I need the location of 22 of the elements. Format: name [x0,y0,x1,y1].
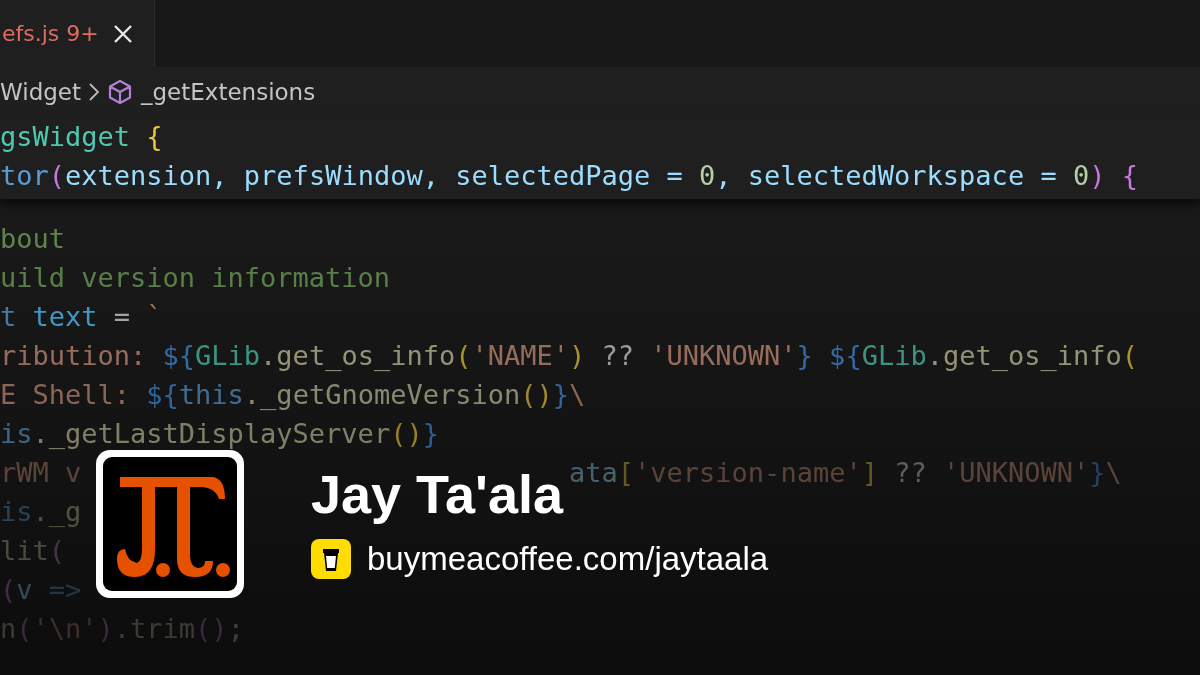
tab-label: efs.js 9+ [2,21,99,46]
close-icon[interactable] [112,23,133,44]
chevron-right-icon [89,83,99,101]
code-line: bout [0,222,66,256]
code-line: is._getLastDisplayServer()} [0,417,439,451]
code-line: ata['version-name'] ?? 'UNKNOWN'}\ [569,456,1122,490]
cube-icon [107,79,133,105]
code-line: rWM v [0,456,82,490]
editor-tab[interactable]: efs.js 9+ [0,0,155,67]
breadcrumb-item[interactable]: Widget [0,79,81,105]
code-line: ribution: ${GLib.get_os_info('NAME') ?? 'UNKNOWN'} ${GLib.get_os_info( [0,339,1138,373]
code-line: E Shell: ${this._getGnomeVersion()}\ [0,378,586,412]
code-line: uild version information [0,261,391,295]
code-line: (v => [0,573,82,607]
profile-link[interactable]: buymeacoffee.com/jaytaala [367,540,769,578]
code-line: tor(extension, prefsWindow, selectedPage = 0, selectedWorkspace = 0) { [0,159,1138,193]
code-line: is._g [0,495,82,529]
code-line: gsWidget { [0,120,163,154]
coffee-cup-icon [311,539,351,579]
code-line: t text = ` [0,300,163,334]
author-name: Jay Ta'ala [311,463,564,525]
breadcrumb-item[interactable]: _getExtensions [141,79,316,105]
